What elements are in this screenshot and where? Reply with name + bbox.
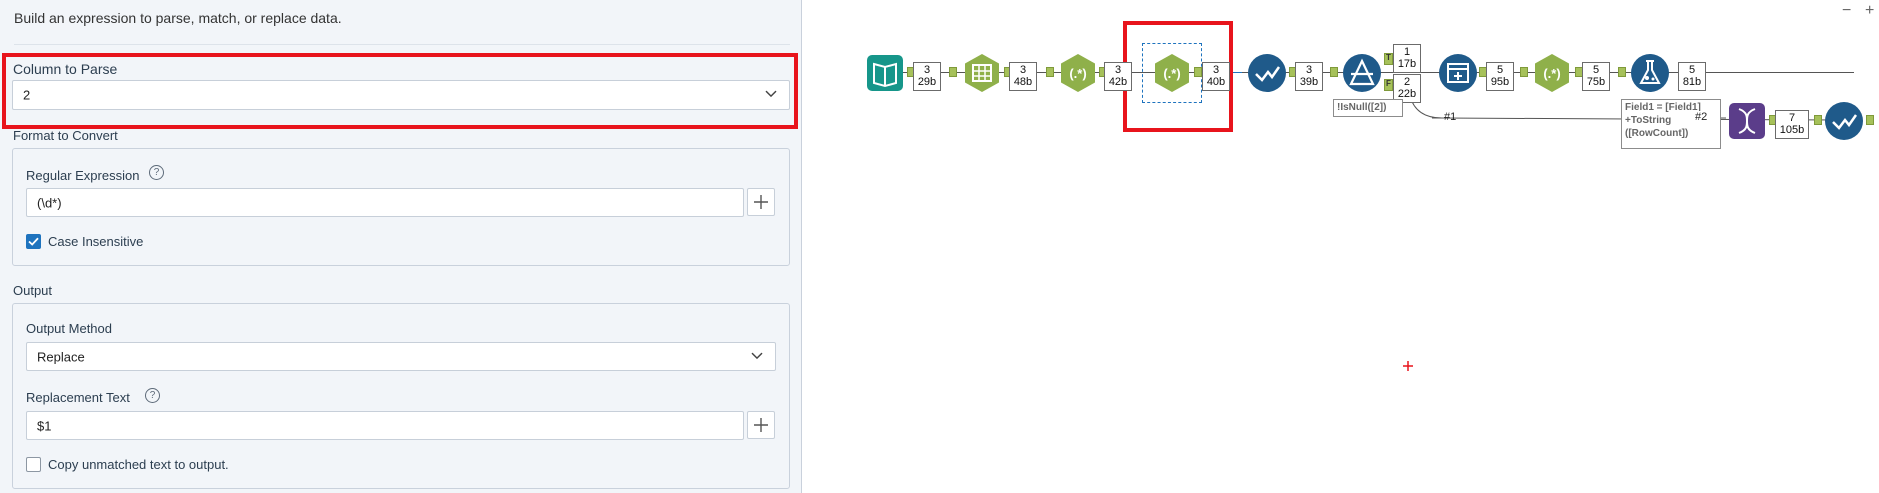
format-to-convert-label: Format to Convert: [13, 128, 118, 143]
replacement-text-input[interactable]: $1: [26, 411, 744, 440]
record-count-badge: 5 81b: [1678, 62, 1706, 91]
replacement-text-value: $1: [37, 418, 52, 433]
output-label: Output: [13, 283, 53, 298]
regular-expression-value: (\d*): [37, 195, 62, 210]
wire-label: #2: [1695, 111, 1708, 123]
input-anchor[interactable]: [1520, 67, 1528, 77]
replacement-text-label: Replacement Text: [26, 390, 130, 405]
output-method-value: Replace: [37, 349, 85, 364]
output-method-select[interactable]: Replace: [26, 342, 776, 371]
text-to-columns-tool[interactable]: [962, 53, 1002, 93]
generate-rows-tool[interactable]: [1727, 101, 1767, 141]
plus-icon: [754, 418, 768, 432]
plus-icon: [754, 195, 768, 209]
regex-tool[interactable]: (.*): [1058, 53, 1098, 93]
true-anchor[interactable]: T: [1384, 53, 1393, 65]
record-count-badge: 3 29b: [913, 62, 941, 91]
record-count-badge: 3 39b: [1295, 62, 1323, 91]
record-count-badge: 7 105b: [1775, 110, 1809, 139]
configuration-panel: Build an expression to parse, match, or …: [0, 0, 802, 493]
record-count-badge: 1 17b: [1393, 44, 1421, 73]
input-anchor[interactable]: [1814, 115, 1822, 125]
help-icon[interactable]: ?: [149, 165, 164, 180]
input-anchor[interactable]: [1330, 67, 1338, 77]
copy-unmatched-label: Copy unmatched text to output.: [48, 457, 229, 472]
column-to-parse-label: Column to Parse: [13, 61, 118, 77]
filter-tool[interactable]: [1342, 53, 1382, 93]
output-anchor[interactable]: [1866, 115, 1874, 125]
svg-text:(.*): (.*): [1543, 66, 1560, 81]
output-anchor[interactable]: [1194, 67, 1202, 77]
column-to-parse-select[interactable]: 2: [12, 80, 790, 110]
svg-text:(.*): (.*): [1069, 66, 1086, 81]
record-count-badge: 3 48b: [1009, 62, 1037, 91]
selection-outline: [1142, 43, 1202, 103]
replacement-builder-button[interactable]: [747, 411, 775, 439]
regular-expression-input[interactable]: (\d*): [26, 188, 744, 217]
formula-tool[interactable]: [1630, 53, 1670, 93]
regex-builder-button[interactable]: [747, 188, 775, 216]
workflow-canvas[interactable]: − + (.*) (.*) (.*) T F 3 29b 3 48b 3 42b…: [802, 0, 1879, 493]
tool-description: Build an expression to parse, match, or …: [14, 10, 342, 26]
wire-label: #1: [1444, 111, 1457, 123]
copy-unmatched-checkbox[interactable]: [26, 457, 41, 472]
output-method-label: Output Method: [26, 321, 112, 336]
input-anchor[interactable]: [1046, 67, 1054, 77]
case-insensitive-label: Case Insensitive: [48, 234, 144, 249]
false-anchor[interactable]: F: [1384, 79, 1393, 91]
help-icon[interactable]: ?: [145, 388, 160, 403]
record-count-badge: 5 75b: [1582, 62, 1610, 91]
browse-tool[interactable]: [1824, 101, 1864, 141]
regex-tool[interactable]: (.*): [1532, 53, 1572, 93]
filter-annotation: !IsNull([2]): [1333, 99, 1403, 117]
record-count-badge: 5 95b: [1486, 62, 1514, 91]
divider: [14, 44, 790, 45]
crosshair-cursor-icon: [1403, 361, 1413, 371]
formula-annotation: Field1 = [Field1] +ToString ([RowCount]): [1621, 99, 1721, 149]
union-tool[interactable]: [1438, 53, 1478, 93]
chevron-down-icon: [765, 85, 777, 103]
column-to-parse-value: 2: [23, 87, 31, 103]
checkmark-icon: [28, 237, 39, 246]
regular-expression-label: Regular Expression: [26, 168, 140, 183]
input-data-tool[interactable]: [865, 53, 905, 93]
record-count-badge: 3 42b: [1104, 62, 1132, 91]
input-anchor[interactable]: [1618, 67, 1626, 77]
case-insensitive-checkbox[interactable]: [26, 234, 41, 249]
browse-tool[interactable]: [1247, 53, 1287, 93]
chevron-down-icon: [751, 347, 763, 365]
record-count-badge: 3 40b: [1202, 62, 1230, 91]
input-anchor[interactable]: [949, 67, 957, 77]
